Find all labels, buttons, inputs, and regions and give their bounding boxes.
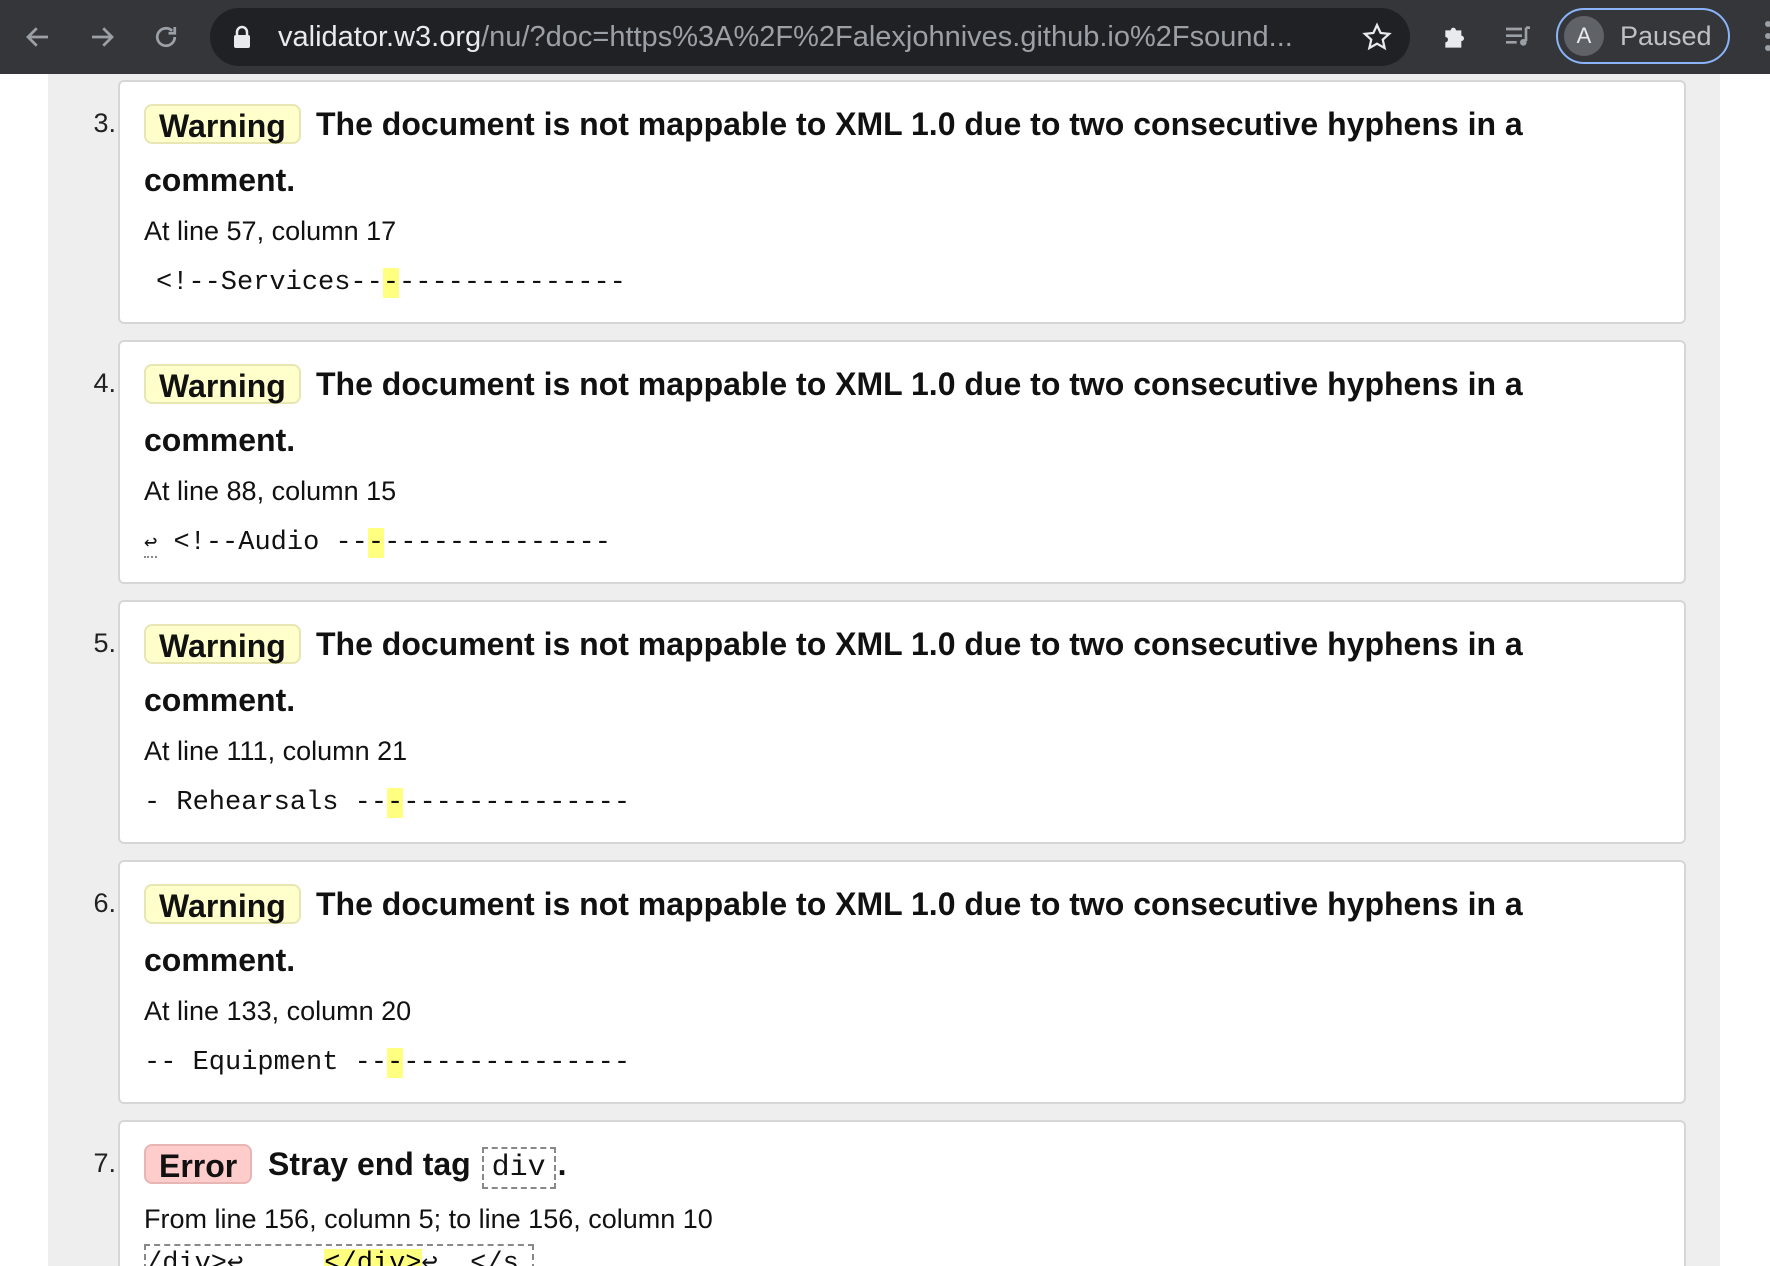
message-number: 7. bbox=[93, 1148, 116, 1178]
warning-badge: Warning bbox=[144, 364, 301, 404]
highlighted-hyphen: - bbox=[387, 788, 404, 818]
message-text: The document is not mappable to XML 1.0 … bbox=[144, 626, 1523, 718]
highlighted-tag: </div> bbox=[324, 1249, 422, 1266]
message-text: The document is not mappable to XML 1.0 … bbox=[144, 366, 1523, 458]
message-location: From line 156, column 5; to line 156, co… bbox=[144, 1204, 713, 1234]
profile-status: Paused bbox=[1620, 21, 1712, 51]
source-extract: <!--Services----------------- bbox=[156, 268, 626, 298]
url-text[interactable]: validator.w3.org/nu/?doc=https%3A%2F%2Fa… bbox=[278, 8, 1358, 66]
profile-button[interactable]: A Paused bbox=[1556, 8, 1730, 64]
message-number: 5. bbox=[93, 628, 116, 658]
avatar: A bbox=[1564, 16, 1604, 56]
message-location: At line 88, column 15 bbox=[144, 476, 397, 506]
extensions-icon[interactable] bbox=[1432, 13, 1480, 61]
warning-badge: Warning bbox=[144, 884, 301, 924]
lock-icon[interactable] bbox=[232, 25, 252, 54]
message-warning: The document is not mappable to XML 1.0 … bbox=[118, 340, 1686, 584]
message-number: 3. bbox=[93, 108, 116, 138]
address-bar[interactable]: validator.w3.org/nu/?doc=https%3A%2F%2Fa… bbox=[210, 8, 1410, 66]
reload-icon[interactable] bbox=[142, 13, 190, 61]
more-menu-icon[interactable] bbox=[1758, 18, 1770, 54]
message-text: The document is not mappable to XML 1.0 … bbox=[144, 106, 1523, 198]
message-warning: The document is not mappable to XML 1.0 … bbox=[118, 600, 1686, 844]
line-feed-icon: ↩ bbox=[144, 531, 158, 558]
highlighted-hyphen: - bbox=[367, 528, 385, 558]
media-queue-icon[interactable] bbox=[1494, 13, 1542, 61]
message-error: Stray end tag div. Error From line 156, … bbox=[118, 1120, 1686, 1266]
message-location: At line 57, column 17 bbox=[144, 216, 397, 246]
highlighted-hyphen: - bbox=[382, 268, 400, 298]
source-extract: /div>↩ </div>↩ </s bbox=[144, 1244, 534, 1266]
highlighted-hyphen: - bbox=[387, 1048, 404, 1078]
message-text: Stray end tag div. bbox=[144, 1136, 1644, 1196]
message-warning: The document is not mappable to XML 1.0 … bbox=[118, 80, 1686, 324]
back-icon[interactable] bbox=[14, 13, 62, 61]
warning-badge: Warning bbox=[144, 624, 301, 664]
source-extract: - Rehearsals ----------------- bbox=[144, 788, 631, 818]
message-warning: The document is not mappable to XML 1.0 … bbox=[118, 860, 1686, 1104]
error-badge: Error bbox=[144, 1144, 253, 1184]
bookmark-star-icon[interactable] bbox=[1358, 18, 1396, 56]
source-extract: ↩ <!--Audio ----------------- bbox=[144, 528, 611, 558]
message-number: 6. bbox=[93, 888, 116, 918]
message-number: 4. bbox=[93, 368, 116, 398]
warning-badge: Warning bbox=[144, 104, 301, 144]
forward-icon[interactable] bbox=[78, 13, 126, 61]
source-extract: -- Equipment ----------------- bbox=[144, 1048, 631, 1078]
message-text: The document is not mappable to XML 1.0 … bbox=[144, 886, 1523, 978]
browser-toolbar: validator.w3.org/nu/?doc=https%3A%2F%2Fa… bbox=[0, 0, 1770, 74]
code-snippet: div bbox=[481, 1147, 556, 1189]
message-location: At line 111, column 21 bbox=[144, 736, 408, 766]
message-location: At line 133, column 20 bbox=[144, 996, 412, 1026]
page-content: 3. The document is not mappable to XML 1… bbox=[0, 74, 1770, 1266]
